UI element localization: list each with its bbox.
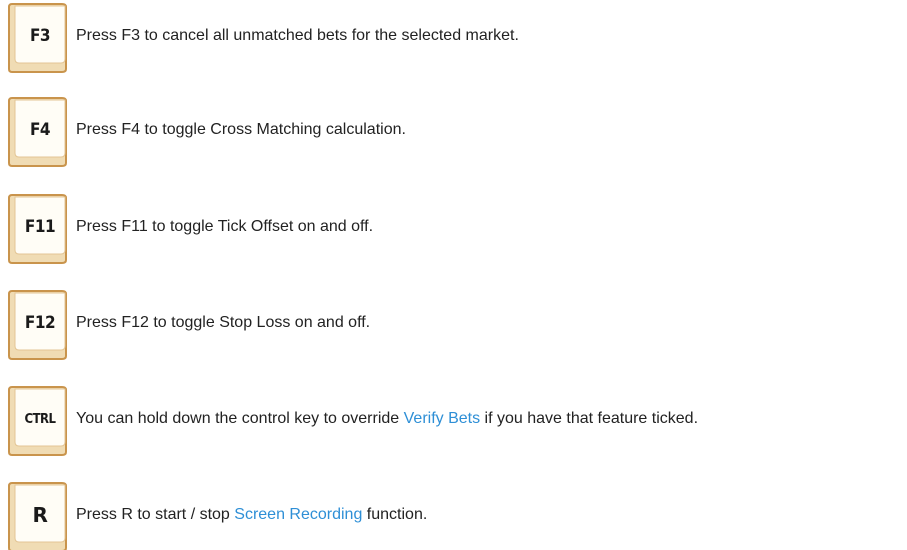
shortcut-description: Press F4 to toggle Cross Matching calcul…: [76, 121, 406, 139]
f11-key-icon: F11: [5, 194, 69, 264]
shortcut-row-r: R Press R to start / stop Screen Recordi…: [0, 482, 907, 550]
verify-bets-link[interactable]: Verify Bets: [404, 410, 480, 427]
shortcut-row-f11: F11 Press F11 to toggle Tick Offset on a…: [0, 194, 907, 264]
f3-key-icon: F3: [5, 3, 69, 73]
description-text: You can hold down the control key to ove…: [76, 410, 404, 427]
ctrl-key-icon: CTRL: [5, 386, 69, 456]
description-text-after: function.: [362, 506, 428, 523]
key-label: F4: [29, 120, 51, 140]
key-label: F3: [29, 26, 51, 46]
description-text: Press F3 to cancel all unmatched bets fo…: [76, 27, 519, 44]
description-text: Press F11 to toggle Tick Offset on and o…: [76, 218, 374, 235]
description-text: Press F4 to toggle Cross Matching calcul…: [76, 121, 406, 138]
f4-key-icon: F4: [5, 97, 69, 167]
shortcut-description: Press F3 to cancel all unmatched bets fo…: [76, 27, 519, 45]
shortcut-row-f3: F3 Press F3 to cancel all unmatched bets…: [0, 3, 907, 73]
key-label: F11: [24, 217, 56, 237]
shortcut-row-f12: F12 Press F12 to toggle Stop Loss on and…: [0, 290, 907, 360]
key-label: R: [32, 503, 48, 527]
shortcut-row-ctrl: CTRL You can hold down the control key t…: [0, 386, 907, 456]
key-label: F12: [24, 313, 56, 333]
description-text: Press F12 to toggle Stop Loss on and off…: [76, 314, 371, 331]
shortcut-row-f4: F4 Press F4 to toggle Cross Matching cal…: [0, 97, 907, 167]
shortcut-description: Press F12 to toggle Stop Loss on and off…: [76, 314, 370, 332]
description-text-after: if you have that feature ticked.: [480, 410, 699, 427]
screen-recording-link[interactable]: Screen Recording: [234, 506, 362, 523]
key-label: CTRL: [24, 411, 56, 427]
r-key-icon: R: [5, 482, 69, 550]
description-text: Press R to start / stop: [76, 506, 235, 523]
shortcut-description: Press F11 to toggle Tick Offset on and o…: [76, 218, 373, 236]
shortcut-description: Press R to start / stop Screen Recording…: [76, 506, 427, 524]
shortcut-description: You can hold down the control key to ove…: [76, 410, 698, 428]
f12-key-icon: F12: [5, 290, 69, 360]
